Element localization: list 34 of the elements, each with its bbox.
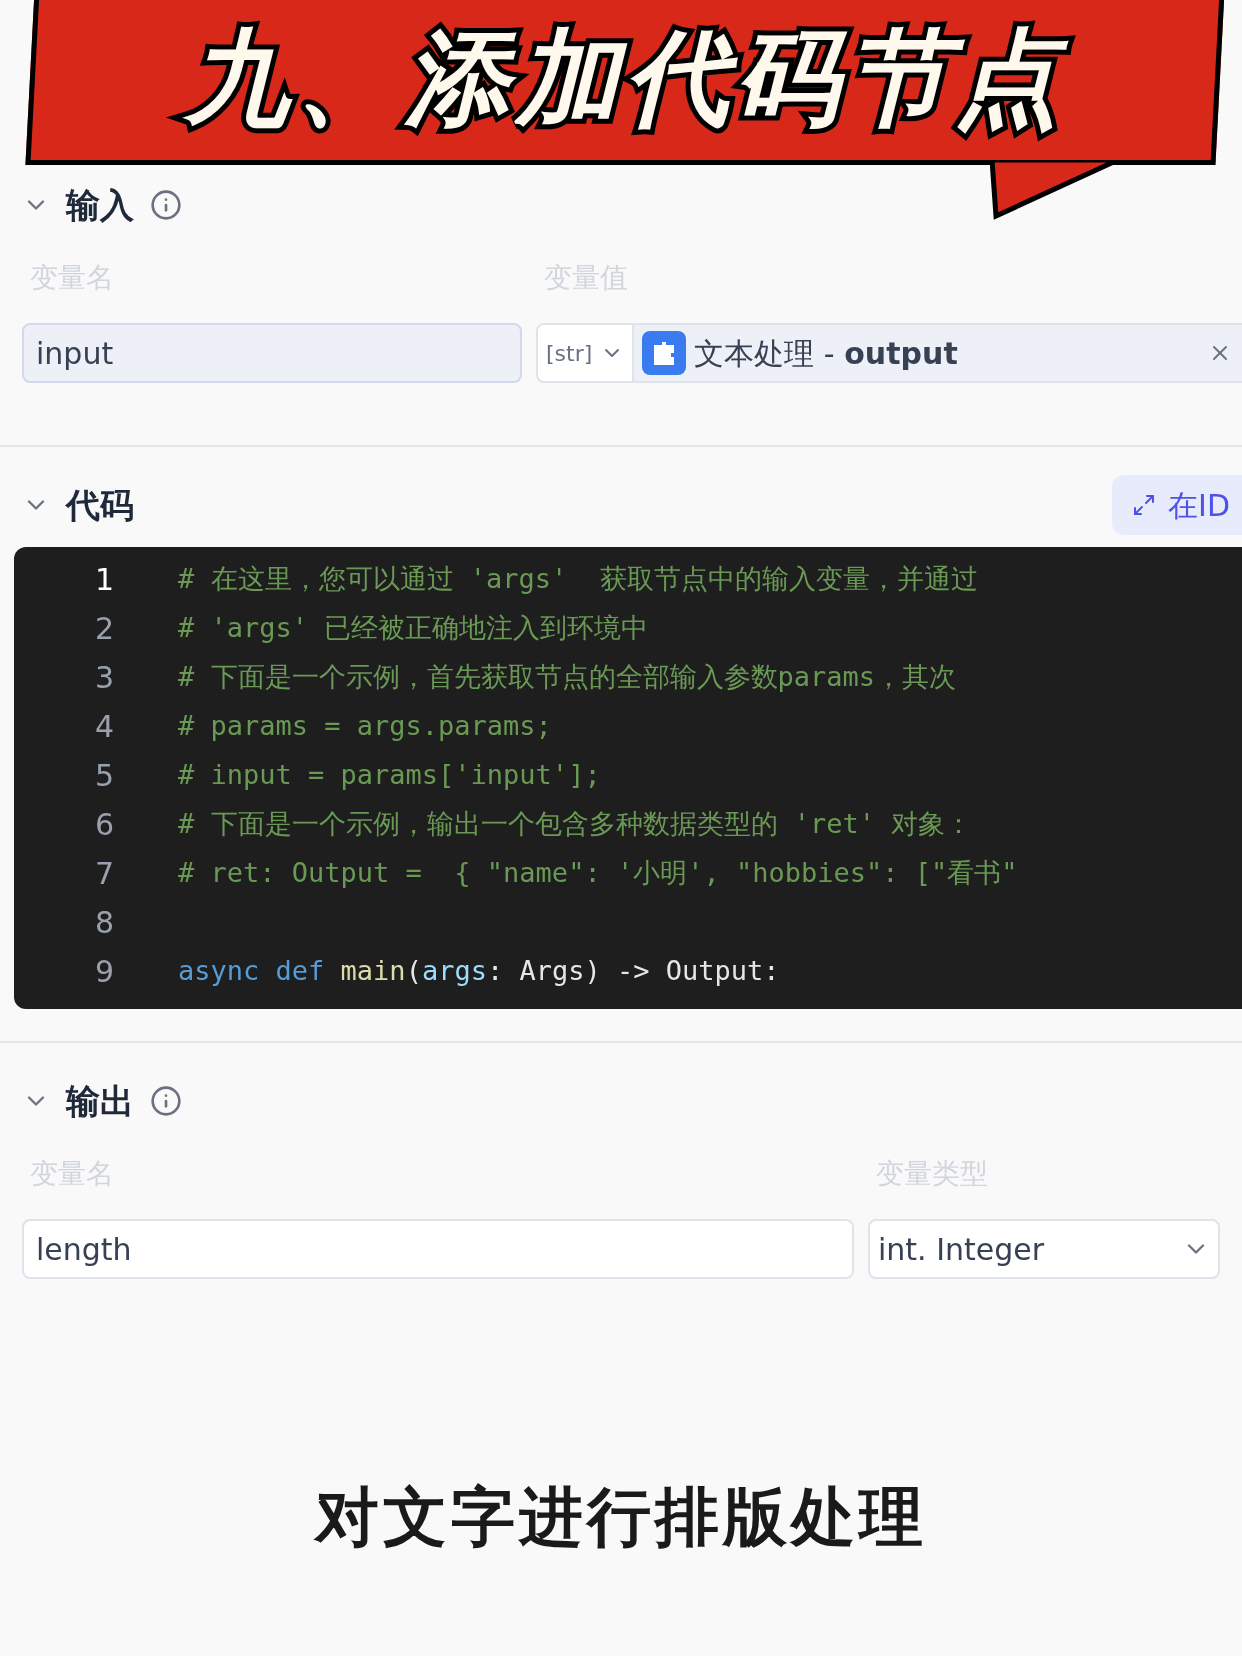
value-field[interactable]: [str] 文本处理 - output: [536, 323, 1242, 383]
name-field[interactable]: length: [22, 1219, 854, 1279]
code-comment: # 'args' 已经被正确地注入到环境中: [178, 612, 649, 644]
section-title: 输出: [66, 1079, 134, 1123]
info-icon[interactable]: [150, 189, 182, 221]
code-comment: # 下面是一个示例，输出一个包含多种数据类型的 'ret' 对象：: [178, 808, 973, 840]
line-number: 5: [93, 757, 115, 795]
code-comment: # params = args.params;: [178, 710, 552, 742]
line-number: 4: [93, 708, 115, 746]
section-title: 代码: [66, 483, 134, 527]
section-title: 输入: [66, 183, 134, 227]
line-number: 3: [93, 659, 115, 697]
code-comment: # 下面是一个示例，首先获取节点的全部输入参数params，其次: [178, 661, 957, 693]
line-number: 9: [93, 953, 115, 991]
line-number: 2: [93, 610, 115, 648]
code-comment: # 在这里，您可以通过 'args' 获取节点中的输入变量，并通过: [178, 563, 978, 595]
line-number: 6: [93, 806, 115, 844]
type-tag: [str]: [546, 336, 593, 370]
code-editor[interactable]: [14, 547, 1242, 1009]
expand-icon: [1132, 493, 1157, 517]
open-in-ide-button[interactable]: 在ID: [1112, 475, 1242, 535]
type-select[interactable]: int. Integer: [868, 1219, 1220, 1279]
code-line: async def main(args: Args) -> Output:: [178, 955, 780, 987]
info-icon[interactable]: [150, 1085, 182, 1117]
banner-title: 九、添加代码节点: [161, 7, 1089, 148]
name-field[interactable]: input: [22, 323, 522, 383]
line-number: 7: [93, 855, 115, 893]
line-number: 1: [93, 561, 115, 599]
caption: 对文字进行排版处理: [315, 1479, 927, 1556]
line-number: 8: [93, 904, 115, 942]
code-comment: # input = params['input'];: [178, 759, 601, 791]
plugin-icon: [642, 331, 687, 375]
code-comment: # ret: Output = { "name": '小明', "hobbies": ["看书": [178, 857, 1018, 889]
source-reference: 文本处理 - output: [694, 334, 958, 373]
